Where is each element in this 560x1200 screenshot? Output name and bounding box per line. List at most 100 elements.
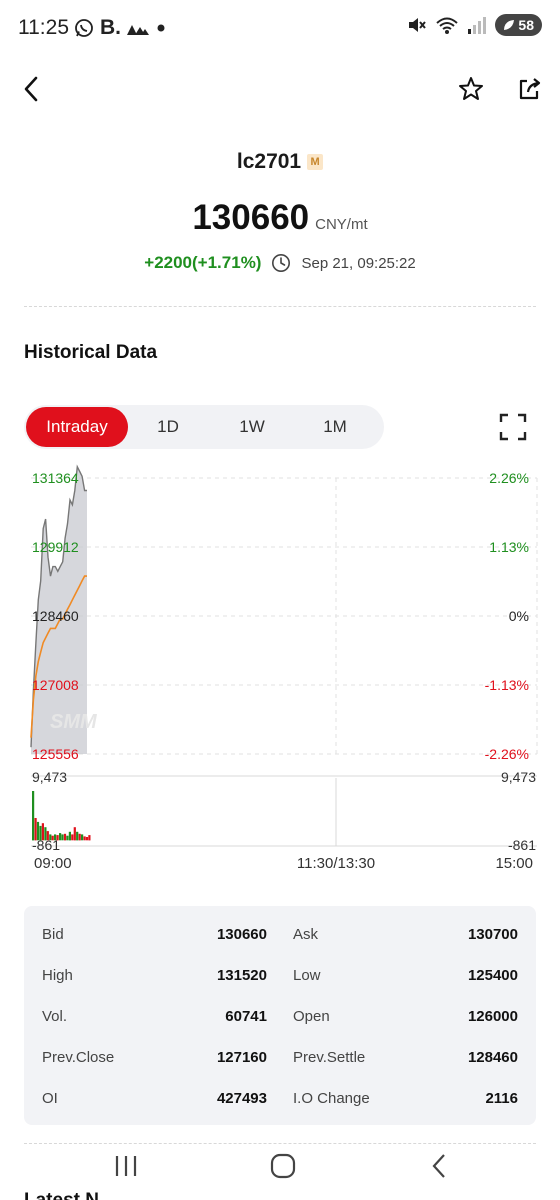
io-change-label: I.O Change xyxy=(293,1090,370,1107)
clock-icon xyxy=(272,254,291,272)
stat-row: OI 427493 I.O Change 2116 xyxy=(24,1090,536,1112)
volume-bar xyxy=(44,827,47,841)
volume-bar xyxy=(34,818,37,841)
tab-intraday[interactable]: Intraday xyxy=(26,407,128,447)
system-nav-bar xyxy=(0,1146,560,1186)
volume-bar xyxy=(61,834,64,841)
volume-bar xyxy=(39,825,42,841)
volume-bar xyxy=(46,831,49,841)
favorite-star-button[interactable] xyxy=(455,72,487,106)
x-axis-tick: 09:00 xyxy=(34,855,72,872)
volume-bar xyxy=(32,791,35,841)
whatsapp-icon xyxy=(75,19,93,37)
y-axis-right-tick: -2.26% xyxy=(485,746,529,762)
volume-right-tick: 9,473 xyxy=(501,769,536,785)
low-label: Low xyxy=(293,967,321,984)
status-bar: 11:25 B. 58 xyxy=(0,0,560,56)
share-button[interactable] xyxy=(513,72,545,106)
home-button[interactable] xyxy=(263,1150,303,1182)
period-tabs: Intraday 1D 1W 1M xyxy=(24,405,384,449)
volume-bar xyxy=(85,837,89,841)
volume-bar xyxy=(66,835,69,841)
low-value: 125400 xyxy=(467,967,518,984)
y-axis-left-tick: 129912 xyxy=(32,539,79,555)
volume-left-tick: 9,473 xyxy=(32,769,67,785)
x-axis-tick: 11:30/13:30 xyxy=(297,855,375,872)
bid-value: 130660 xyxy=(216,926,267,943)
volume-right-tick: -861 xyxy=(508,837,536,853)
battery-leaf-icon xyxy=(504,20,515,30)
status-time: 11:25 xyxy=(18,16,69,39)
system-back-button[interactable] xyxy=(420,1150,460,1182)
latest-news-title: Latest N xyxy=(24,1190,99,1200)
quote-stats-panel: Bid 130660 Ask 130700 High 131520 Low 12… xyxy=(24,906,536,1125)
open-label: Open xyxy=(293,1008,330,1025)
y-axis-left-tick: 125556 xyxy=(32,746,79,762)
quote-timestamp: Sep 21, 09:25:22 xyxy=(301,254,416,272)
volume-bar xyxy=(56,835,59,841)
volume-bar xyxy=(71,834,74,841)
open-value: 126000 xyxy=(467,1008,518,1025)
volume-bar xyxy=(59,833,62,841)
tab-1d[interactable]: 1D xyxy=(128,407,208,447)
volume-bar xyxy=(36,821,40,841)
fullscreen-button[interactable] xyxy=(498,412,528,442)
current-price: 130660 xyxy=(192,198,310,237)
ask-label: Ask xyxy=(293,926,319,943)
stat-row: Bid 130660 Ask 130700 xyxy=(24,926,536,948)
volume-bar xyxy=(54,834,57,841)
volume-bar xyxy=(83,836,86,841)
bid-label: Bid xyxy=(42,926,64,943)
volume-bar xyxy=(88,835,91,841)
io-change-value: 2116 xyxy=(485,1090,518,1107)
prev-close-value: 127160 xyxy=(216,1049,267,1066)
volume-bar xyxy=(81,834,84,841)
instrument-symbol-row: lc2701 M xyxy=(0,150,560,174)
status-left-icons: B. xyxy=(74,16,167,40)
prev-close-label: Prev.Close xyxy=(42,1049,115,1066)
high-label: High xyxy=(42,967,73,984)
prev-settle-value: 128460 xyxy=(467,1049,518,1066)
volume-bar xyxy=(51,835,54,841)
section-divider xyxy=(24,1143,536,1144)
tab-1w[interactable]: 1W xyxy=(208,407,296,447)
y-axis-right-tick: 0% xyxy=(509,608,529,624)
y-axis-right-tick: 1.13% xyxy=(489,539,529,555)
wifi-icon xyxy=(436,17,459,34)
app-header xyxy=(0,60,560,120)
volume-bar xyxy=(41,823,44,841)
oi-label: OI xyxy=(42,1090,58,1107)
ask-value: 130700 xyxy=(467,926,518,943)
tab-1m[interactable]: 1M xyxy=(296,407,374,447)
change-row: +2200(+1.71%) Sep 21, 09:25:22 xyxy=(0,253,560,273)
oi-value: 427493 xyxy=(216,1090,267,1107)
recent-apps-button[interactable] xyxy=(106,1150,146,1182)
volume-bar xyxy=(68,831,71,841)
volume-bar xyxy=(49,834,52,841)
mute-icon xyxy=(409,18,427,32)
dot-icon xyxy=(157,24,165,32)
intraday-chart: SMM 131364 129912 128460 127008 125556 2.26% 1.… xyxy=(0,460,560,880)
signal-triangles-icon xyxy=(127,25,149,35)
instrument-symbol: lc2701 xyxy=(236,150,302,173)
battery-indicator: 58 xyxy=(495,14,542,36)
y-axis-left-tick: 127008 xyxy=(32,677,79,693)
x-axis-tick: 15:00 xyxy=(495,855,533,872)
market-badge: M xyxy=(307,154,324,170)
y-axis-left-tick: 128460 xyxy=(32,608,79,624)
stat-row: High 131520 Low 125400 xyxy=(24,967,536,989)
historical-data-title: Historical Data xyxy=(24,342,158,363)
section-divider xyxy=(24,306,536,307)
b-app-icon: B. xyxy=(100,16,121,39)
volume-bar xyxy=(73,827,76,841)
back-button[interactable] xyxy=(16,72,48,106)
intraday-chart-svg: SMM 131364 129912 128460 127008 125556 2.26% 1.… xyxy=(30,464,538,872)
price-row: 130660 CNY/mt xyxy=(0,198,560,238)
price-change: +2200(+1.71%) xyxy=(144,253,262,272)
status-right-icons: 58 xyxy=(407,14,542,36)
y-axis-left-tick: 131364 xyxy=(32,470,79,486)
y-axis-right-tick: -1.13% xyxy=(485,677,529,693)
volume-bar xyxy=(63,833,67,841)
volume-value: 60741 xyxy=(225,1008,267,1025)
smm-watermark: SMM xyxy=(50,711,98,733)
